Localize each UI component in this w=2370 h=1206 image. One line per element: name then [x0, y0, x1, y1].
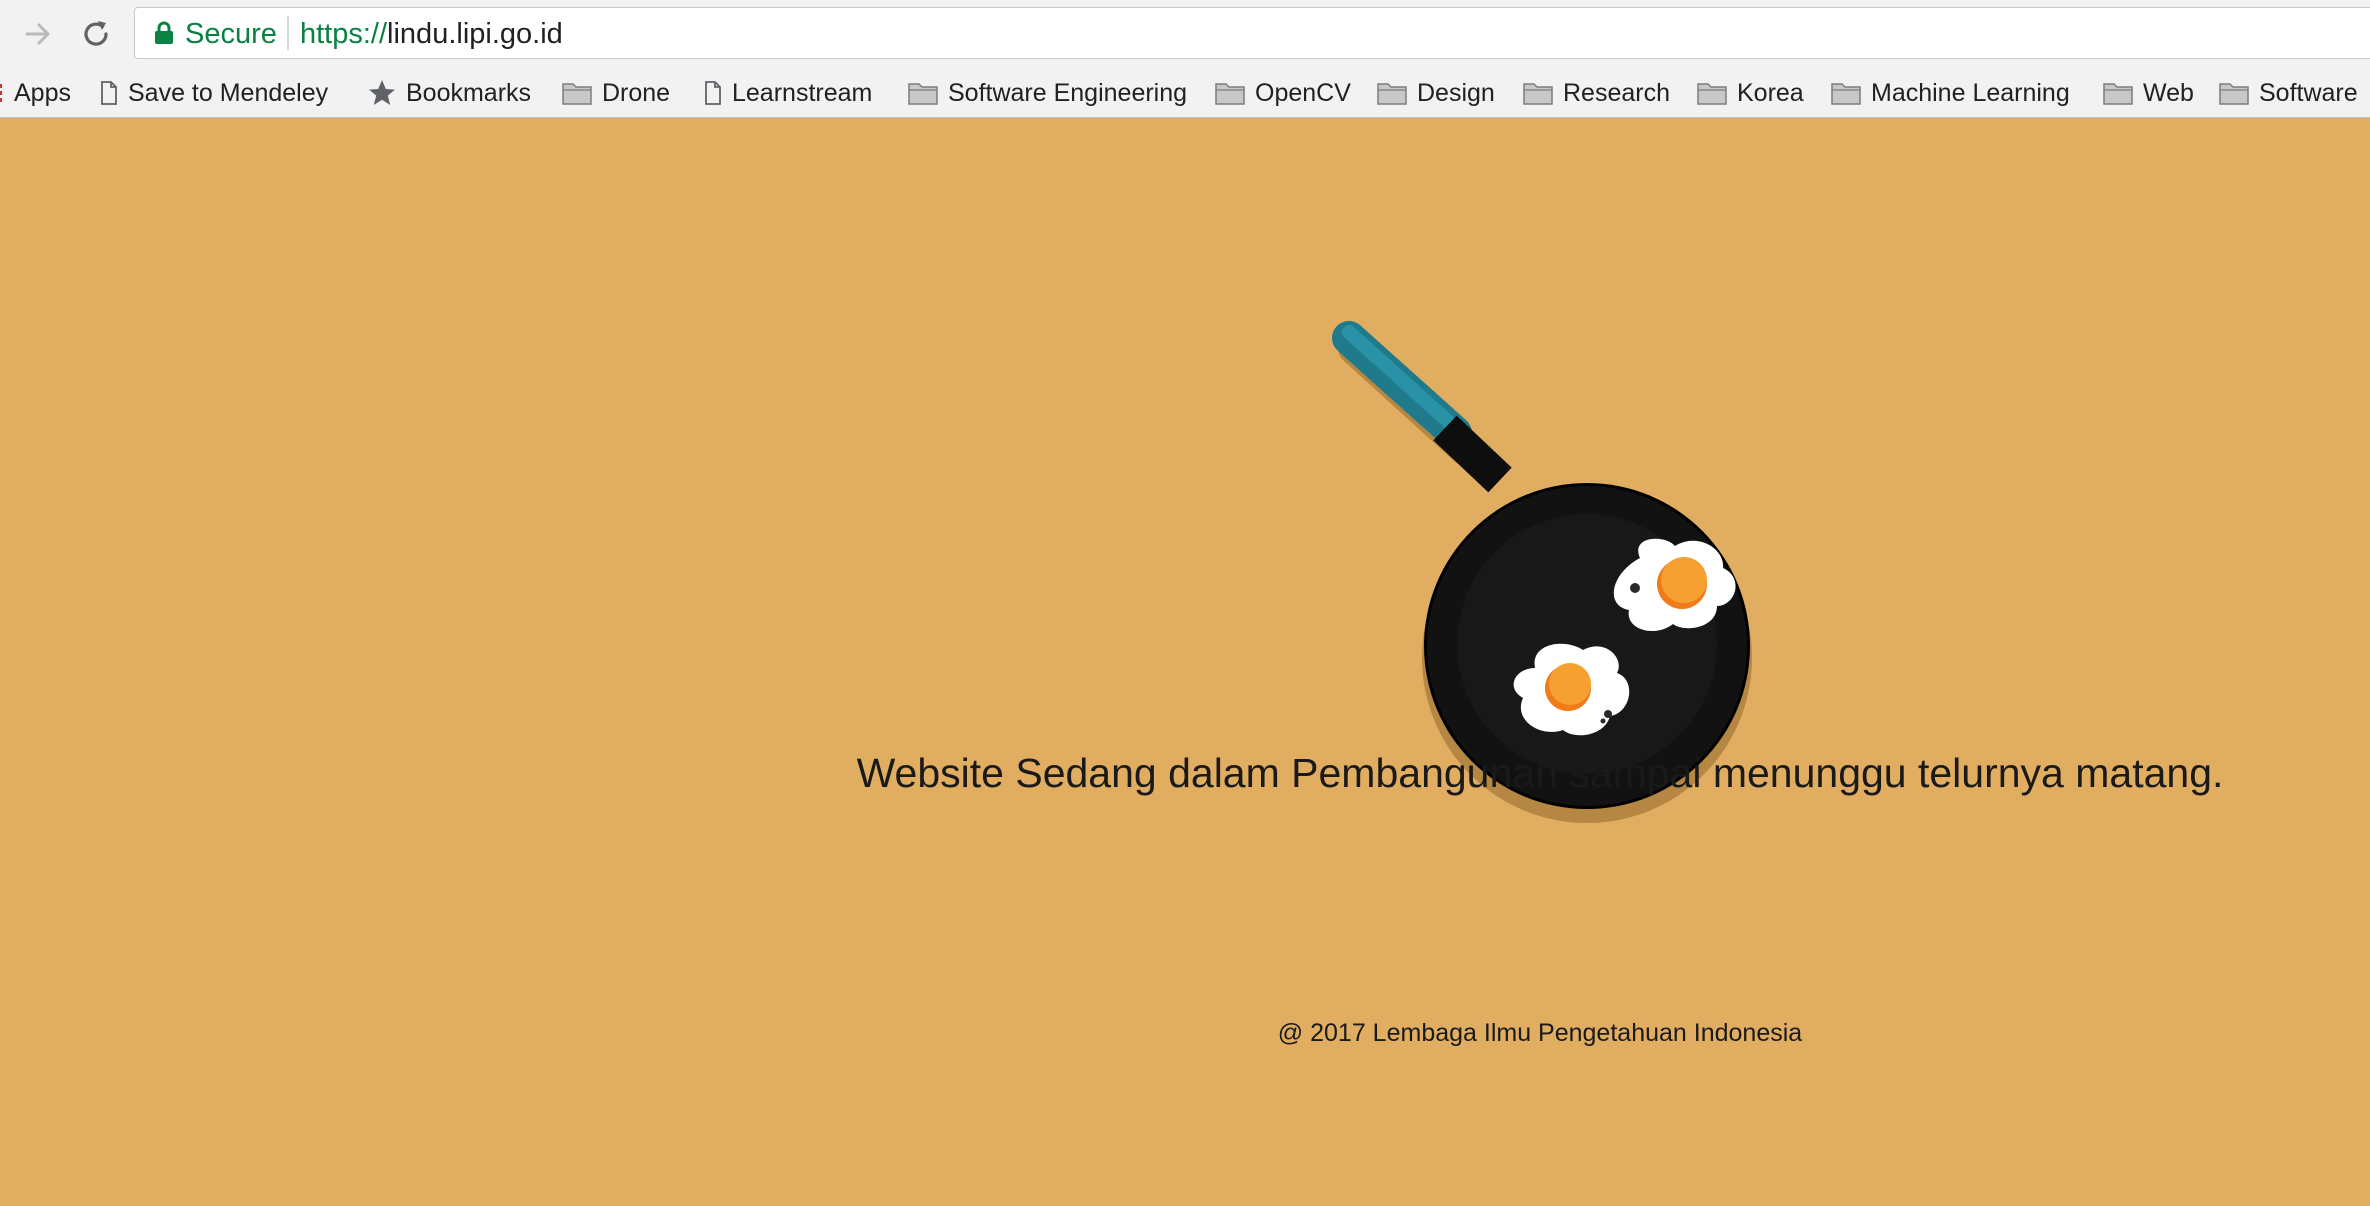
forward-button[interactable] [16, 12, 60, 56]
folder-icon [562, 81, 592, 105]
lock-icon [155, 21, 173, 44]
bookmark-label: Research [1563, 78, 1670, 107]
bookmark-opencv[interactable]: OpenCV [1215, 68, 1351, 118]
page-icon [704, 81, 722, 105]
folder-icon [1831, 81, 1861, 105]
bookmark-label: Bookmarks [406, 78, 532, 107]
bookmark-label: Save to Mendeley [128, 78, 329, 107]
bookmark-learnstream[interactable]: Learnstream [704, 68, 872, 118]
bookmark-design[interactable]: Design [1377, 68, 1495, 118]
bookmark-label: OpenCV [1255, 78, 1351, 107]
url-host: lindu.lipi.go.id [387, 18, 563, 50]
bookmark-label: Software Engineering [948, 78, 1188, 107]
address-divider [287, 16, 289, 50]
bookmark-label: Apps [14, 78, 71, 107]
reload-button[interactable] [74, 12, 118, 56]
bookmark-machine-learning[interactable]: Machine Learning [1831, 68, 2070, 118]
page-body: Website Sedang dalam Pembangunan sampai … [0, 118, 2370, 1206]
bookmark-label: Learnstream [732, 78, 873, 107]
bookmark-label: Web [2143, 78, 2194, 107]
page-icon [100, 81, 118, 105]
bookmark-drone[interactable]: Drone [562, 68, 670, 118]
folder-icon [908, 81, 938, 105]
bookmark-korea[interactable]: Korea [1697, 68, 1804, 118]
bookmark-software-engineering[interactable]: Software Engineering [908, 68, 1187, 118]
secure-label: Secure [185, 18, 277, 50]
folder-icon [1523, 81, 1553, 105]
bookmark-label: Design [1417, 78, 1495, 107]
bookmark-apps[interactable]: Apps [0, 68, 71, 118]
arrow-right-icon [25, 23, 50, 45]
folder-icon [2103, 81, 2133, 105]
bookmark-label: Software [2259, 78, 2358, 107]
bookmark-save-to-mendeley[interactable]: Save to Mendeley [100, 68, 328, 118]
folder-icon [1377, 81, 1407, 105]
bookmark-research[interactable]: Research [1523, 68, 1670, 118]
folder-icon [1697, 81, 1727, 105]
browser-toolbar: Secure https://lindu.lipi.go.id [0, 0, 2370, 68]
bookmark-web[interactable]: Web [2103, 68, 2194, 118]
copyright-footer: @ 2017 Lembaga Ilmu Pengetahuan Indonesi… [1277, 1019, 1803, 1047]
under-construction-message: Website Sedang dalam Pembangunan sampai … [856, 750, 2224, 796]
star-icon [368, 79, 396, 107]
folder-icon [2219, 81, 2249, 105]
reload-icon [84, 21, 108, 46]
bookmark-label: Korea [1737, 78, 1804, 107]
bookmarks-bar: Apps Save to Mendeley Bookmarks Drone Le… [0, 68, 2370, 118]
bookmark-label: Machine Learning [1871, 78, 2070, 107]
apps-icon [0, 82, 4, 104]
address-bar[interactable]: Secure https://lindu.lipi.go.id [134, 7, 2370, 59]
folder-icon [1215, 81, 1245, 105]
bookmark-bookmarks[interactable]: Bookmarks [368, 68, 531, 118]
url-scheme: https:// [300, 18, 388, 50]
bookmark-label: Drone [602, 78, 671, 107]
url-text[interactable]: https://lindu.lipi.go.id [300, 19, 563, 49]
bookmark-software[interactable]: Software [2219, 68, 2358, 118]
